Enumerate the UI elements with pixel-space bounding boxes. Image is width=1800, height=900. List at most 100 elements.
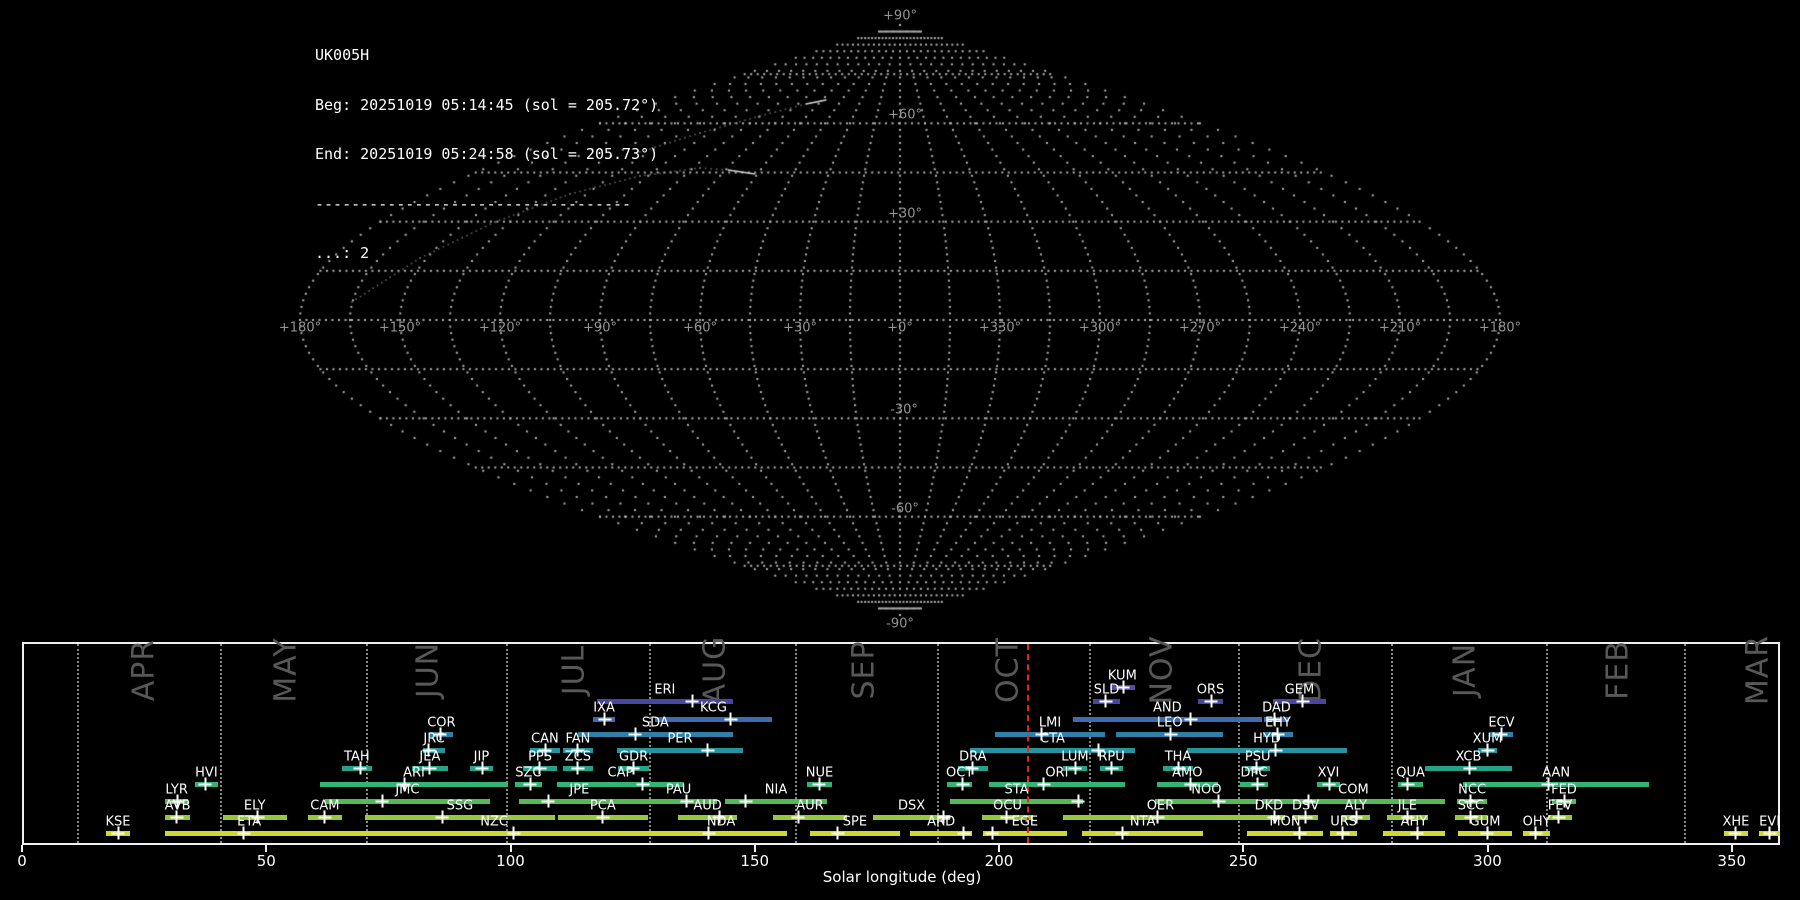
header-separator: ----------------------------------- — [315, 194, 632, 213]
shower-code-label: ARI — [403, 765, 425, 781]
shower-activity-bar — [1082, 831, 1204, 836]
x-axis-tick — [753, 845, 756, 852]
right-ascension-grid-label: +30° — [783, 320, 817, 336]
shower-code-label: PCA — [589, 798, 616, 814]
shower-activity-bar — [772, 815, 848, 820]
x-axis-tick-label: 350 — [1717, 852, 1747, 870]
shower-activity-bar — [333, 831, 656, 836]
shower-code-label: AAN — [1542, 765, 1571, 781]
shower-code-label: CAM — [310, 798, 340, 814]
shower-code-label: JMC — [395, 782, 420, 798]
shower-code-label: XVI — [1317, 765, 1340, 781]
month-boundary-line — [219, 644, 222, 843]
shower-code-label: OCU — [993, 798, 1022, 814]
shower-code-label: TAH — [344, 749, 370, 765]
shower-code-label: GDR — [619, 749, 649, 765]
station-id: UK005H — [315, 46, 370, 64]
shower-code-label: AUR — [796, 798, 824, 814]
shower-code-label: AND — [1152, 700, 1182, 716]
meteor-station-report: { "header": { "station": "UK005H", "beg_… — [0, 0, 1800, 900]
shower-code-label: XUM — [1472, 731, 1503, 747]
right-ascension-grid-label: +0° — [887, 320, 913, 336]
shower-code-label: GEM — [1284, 682, 1315, 698]
month-label: JAN — [1447, 642, 1483, 698]
shower-code-label: FEV — [1547, 798, 1573, 814]
shower-code-label: COM — [1338, 782, 1369, 798]
shower-code-label: DKD — [1254, 798, 1284, 814]
right-ascension-grid-label: +300° — [1078, 320, 1122, 336]
shower-code-label: PAU — [665, 782, 692, 798]
shower-code-label: FED — [1551, 782, 1577, 798]
month-boundary-line — [649, 644, 652, 843]
shower-code-label: CAP — [607, 765, 634, 781]
shower-code-label: ARD — [927, 814, 956, 830]
month-label: MAY — [268, 637, 304, 703]
shower-code-label: OER — [1146, 798, 1175, 814]
shower-code-label: RPU — [1098, 749, 1125, 765]
meteor-count-line: ...: 2 — [315, 244, 370, 262]
shower-code-label: IXA — [593, 700, 615, 716]
shower-code-label: NTA — [1129, 814, 1156, 830]
right-ascension-grid-label: +150° — [378, 320, 422, 336]
shower-code-label: SLD — [1093, 682, 1120, 698]
shower-code-label: COR — [427, 715, 456, 731]
shower-code-label: THA — [1164, 749, 1192, 765]
current-sol-line — [1026, 644, 1029, 843]
shower-code-label: EVI — [1759, 814, 1781, 830]
shower-code-label: JIP — [473, 749, 490, 765]
shower-peak-marker — [541, 794, 555, 808]
shower-code-label: NIA — [764, 782, 788, 798]
shower-code-label: PPS — [528, 749, 553, 765]
shower-code-label: CAN — [531, 731, 559, 747]
x-axis-tick-label: 200 — [984, 852, 1014, 870]
station-header: UK005H Beg: 20251019 05:14:45 (sol = 205… — [315, 14, 658, 278]
right-ascension-grid-label: +180° — [278, 320, 322, 336]
shower-code-label: DAD — [1262, 700, 1291, 716]
end-time-line: End: 20251019 05:24:58 (sol = 205.73°) — [315, 145, 659, 163]
shower-code-label: PER — [667, 731, 693, 747]
shower-activity-bar — [655, 717, 772, 722]
shower-code-label: AMO — [1172, 765, 1203, 781]
shower-code-label: ELY — [243, 798, 266, 814]
shower-code-label: DRA — [959, 749, 987, 765]
shower-code-label: LEO — [1156, 715, 1183, 731]
x-axis-tick — [1242, 845, 1245, 852]
x-axis-title: Solar longitude (deg) — [822, 868, 982, 886]
right-ascension-grid-label: +180° — [1478, 320, 1522, 336]
shower-code-label: EGE — [1011, 814, 1039, 830]
shower-code-label: ERI — [654, 682, 676, 698]
declination-grid-label: -60° — [891, 501, 919, 517]
month-boundary-line — [506, 644, 509, 843]
shower-activity-bar — [655, 831, 787, 836]
x-axis-tick-label: 300 — [1473, 852, 1502, 870]
shower-code-label: GUM — [1469, 814, 1501, 830]
month-label: JUL — [556, 644, 592, 696]
shower-code-label: AVB — [164, 798, 191, 814]
shower-activity-bar — [809, 831, 900, 836]
shower-code-label: NUE — [805, 765, 834, 781]
x-axis-tick — [265, 845, 268, 852]
shower-code-label: LUM — [1061, 749, 1089, 765]
shower-code-label: SZC — [515, 765, 542, 781]
month-label: OCT — [990, 637, 1026, 703]
shower-code-label: JRC — [423, 731, 445, 747]
shower-code-label: KSE — [105, 814, 131, 830]
shower-peak-marker — [507, 826, 521, 840]
shower-code-label: AHY — [1400, 814, 1428, 830]
shower-code-label: FAN — [565, 731, 591, 747]
shower-code-label: KUM — [1107, 668, 1137, 684]
shower-code-label: OCT — [946, 765, 974, 781]
shower-code-label: SDA — [641, 715, 669, 731]
month-boundary-line — [1683, 644, 1686, 843]
x-axis-tick-label: 150 — [740, 852, 770, 870]
shower-peak-marker — [985, 826, 999, 840]
shower-peak-marker — [685, 694, 699, 708]
shower-code-label: HYD — [1253, 731, 1281, 747]
x-axis-tick-label: 250 — [1228, 852, 1258, 870]
shower-code-label: CTA — [1040, 731, 1065, 747]
shower-peak-marker — [1071, 794, 1085, 808]
shower-code-label: ORS — [1196, 682, 1225, 698]
shower-code-label: EHY — [1264, 715, 1291, 731]
shower-code-label: SCC — [1457, 798, 1485, 814]
shower-code-label: JLE — [1397, 798, 1418, 814]
